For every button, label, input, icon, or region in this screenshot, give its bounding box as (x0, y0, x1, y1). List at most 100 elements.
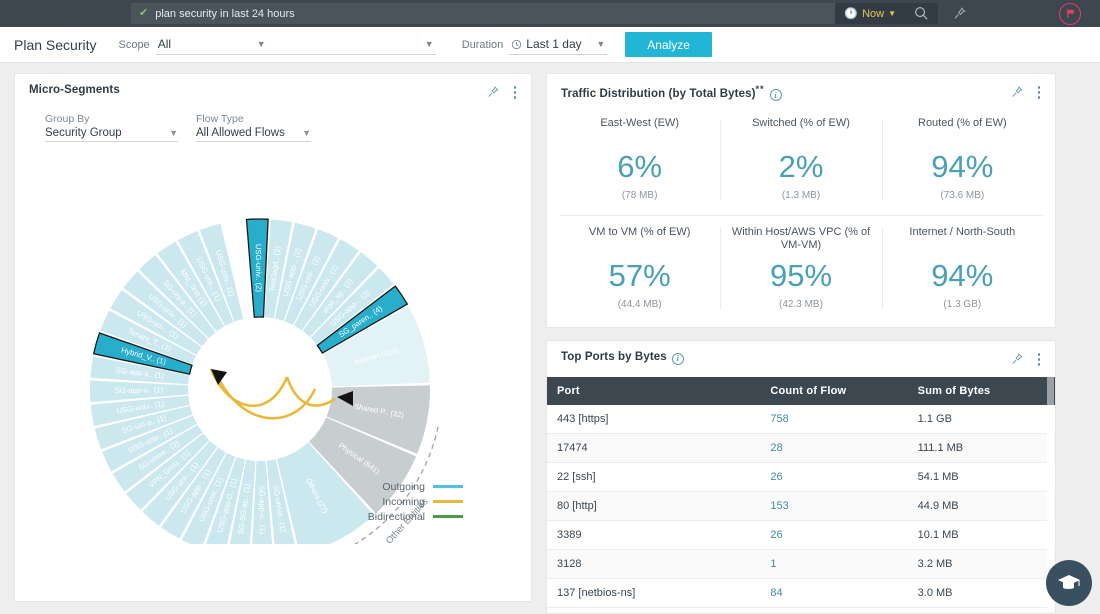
pin-icon (954, 7, 966, 19)
flag-icon (1066, 9, 1074, 18)
cell-sum-of-bytes: 54.1 MB (907, 462, 1055, 492)
pin-icon[interactable] (486, 85, 500, 99)
metric-sub: (1.3 MB) (781, 189, 821, 201)
search-icon (915, 7, 928, 20)
pin-icon[interactable] (1010, 85, 1024, 99)
chevron-down-icon: ▼ (256, 39, 266, 49)
table-header-row: Port Count of Flow Sum of Bytes (547, 376, 1055, 405)
group-by-select[interactable]: Security Group ▼ (45, 127, 178, 142)
kebab-menu-icon[interactable] (1035, 84, 1044, 101)
table-row[interactable]: 17474 28 111.1 MB (547, 433, 1055, 463)
scope-select-value: All (157, 37, 172, 51)
cell-count-of-flow[interactable]: 26 (760, 520, 908, 550)
traffic-distribution-title-text: Traffic Distribution (by Total Bytes) (561, 87, 756, 100)
cell-count-of-flow[interactable]: 26 (760, 462, 908, 492)
metric-name: East-West (EW) (600, 116, 679, 129)
cell-port: 3389 (547, 520, 761, 550)
metric-sub: (78 MB) (621, 189, 658, 201)
top-ports-actions (1010, 351, 1044, 368)
traffic-distribution-actions (1010, 84, 1044, 101)
duration-label: Duration (461, 38, 504, 51)
top-ports-card: Top Ports by Bytes i Port Count of Flow S… (546, 340, 1056, 614)
metric-routed: Routed (% of EW) 94% (73.6 MB) (881, 107, 1043, 213)
cell-count-of-flow[interactable]: 84 (760, 578, 908, 608)
metric-value: 57% (608, 257, 671, 293)
scope-secondary-select[interactable]: ▼ (267, 35, 436, 55)
metric-name: VM to VM (% of EW) (588, 225, 691, 238)
legend-item: Outgoing (368, 481, 463, 493)
flow-type-value: All Allowed Flows (196, 126, 285, 139)
table-row[interactable]: 80 [http] 153 44.9 MB (547, 491, 1055, 521)
traffic-distribution-card: Traffic Distribution (by Total Bytes)** i… (546, 73, 1056, 328)
pin-button[interactable] (938, 3, 980, 24)
table-row[interactable]: 3389 26 10.1 MB (547, 520, 1055, 550)
column-header-sum-of-bytes[interactable]: Sum of Bytes (907, 376, 1055, 405)
info-icon[interactable]: i (769, 89, 782, 102)
analyze-button[interactable]: Analyze (625, 32, 712, 57)
scrollbar-thumb[interactable] (1047, 377, 1054, 405)
traffic-distribution-header: Traffic Distribution (by Total Bytes)** i (547, 74, 1055, 102)
info-icon[interactable]: i (671, 352, 684, 365)
metric-value: 94% (931, 148, 994, 184)
table-row[interactable]: 137 [netbios-ns] 84 3.0 MB (547, 578, 1055, 608)
metric-value: 94% (931, 257, 994, 293)
cell-port: 22 [ssh] (547, 462, 761, 492)
omnisearch-value: plan security in last 24 hours (155, 7, 295, 20)
chevron-down-icon: ▼ (424, 39, 434, 49)
kebab-menu-icon[interactable] (1035, 351, 1044, 368)
alerts-button[interactable] (1040, 0, 1100, 27)
micro-segments-header: Micro-Segments (15, 74, 531, 101)
table-row[interactable]: 22 [ssh] 26 54.1 MB (547, 462, 1055, 492)
cell-count-of-flow[interactable]: 1 (760, 549, 908, 579)
kebab-menu-icon[interactable] (511, 84, 520, 101)
legend-label: Bidirectional (367, 510, 425, 523)
micro-segments-actions (486, 84, 520, 101)
metric-sub: (42.3 MB) (779, 298, 823, 310)
top-ports-title: Top Ports by Bytes i (561, 351, 684, 365)
group-by-value: Security Group (45, 126, 122, 139)
cell-sum-of-bytes: 111.1 MB (907, 433, 1055, 463)
legend-item: Bidirectional (368, 511, 463, 523)
metric-east-west: East-West (EW) 6% (78 MB) (559, 107, 720, 213)
cell-count-of-flow[interactable]: 153 (760, 491, 908, 521)
legend-label: Outgoing (382, 480, 425, 493)
chevron-down-icon: ▼ (169, 127, 178, 138)
search-button[interactable] (905, 3, 938, 24)
scope-label: Scope (118, 38, 150, 51)
right-column: Traffic Distribution (by Total Bytes)** i… (546, 73, 1056, 614)
column-header-count-of-flow[interactable]: Count of Flow (760, 376, 908, 405)
time-range-now-button[interactable]: 🕐 Now ▼ (835, 3, 905, 24)
cell-count-of-flow[interactable]: 758 (760, 404, 908, 434)
cell-count-of-flow[interactable]: 28 (760, 433, 908, 463)
top-ports-title-text: Top Ports by Bytes (561, 351, 667, 363)
traffic-metrics-row: East-West (EW) 6% (78 MB) Switched (% of… (559, 107, 1043, 213)
cell-sum-of-bytes: 44.9 MB (907, 491, 1055, 521)
clock-icon (512, 39, 522, 49)
cell-port: 80 [http] (547, 491, 761, 521)
chevron-down-icon: ▼ (302, 127, 311, 138)
page-title: Plan Security (14, 36, 97, 53)
micro-segments-sunburst[interactable]: USG-univ.. (2) TestJagd.. (2) USG-app-.. (… (15, 144, 531, 544)
traffic-metrics-row: VM to VM (% of EW) 57% (44.4 MB) Within … (559, 214, 1043, 322)
table-row[interactable]: 443 [https] 758 1.1 GB (547, 404, 1055, 434)
omnisearch-field[interactable]: ✔ plan security in last 24 hours (131, 3, 836, 24)
column-header-port[interactable]: Port (547, 376, 761, 405)
metric-name: Internet / North-South (909, 225, 1016, 238)
cell-port: 137 [netbios-ns] (547, 578, 761, 608)
duration-select[interactable]: Last 1 day ▼ (509, 35, 608, 55)
table-row[interactable]: 3128 1 3.2 MB (547, 549, 1055, 579)
legend-label: Incoming (382, 495, 425, 508)
sunburst-legend: Outgoing Incoming Bidirectional (368, 481, 463, 526)
chevron-down-icon: ▼ (888, 9, 896, 18)
scope-select[interactable]: All ▼ (155, 35, 268, 55)
flow-type-select[interactable]: All Allowed Flows ▼ (196, 127, 311, 142)
title-superscript: ** (755, 84, 765, 94)
sunburst-segment-label: SG-app-u.. (1) (115, 385, 164, 395)
cell-port: 3128 (547, 549, 761, 579)
pin-icon[interactable] (1010, 352, 1024, 366)
help-tutorial-button[interactable] (1046, 560, 1092, 606)
graduation-cap-icon (1058, 575, 1080, 589)
metric-value: 2% (778, 148, 824, 184)
table-header: Port Count of Flow Sum of Bytes (547, 376, 1055, 405)
metric-name: Switched (% of EW) (752, 116, 850, 129)
